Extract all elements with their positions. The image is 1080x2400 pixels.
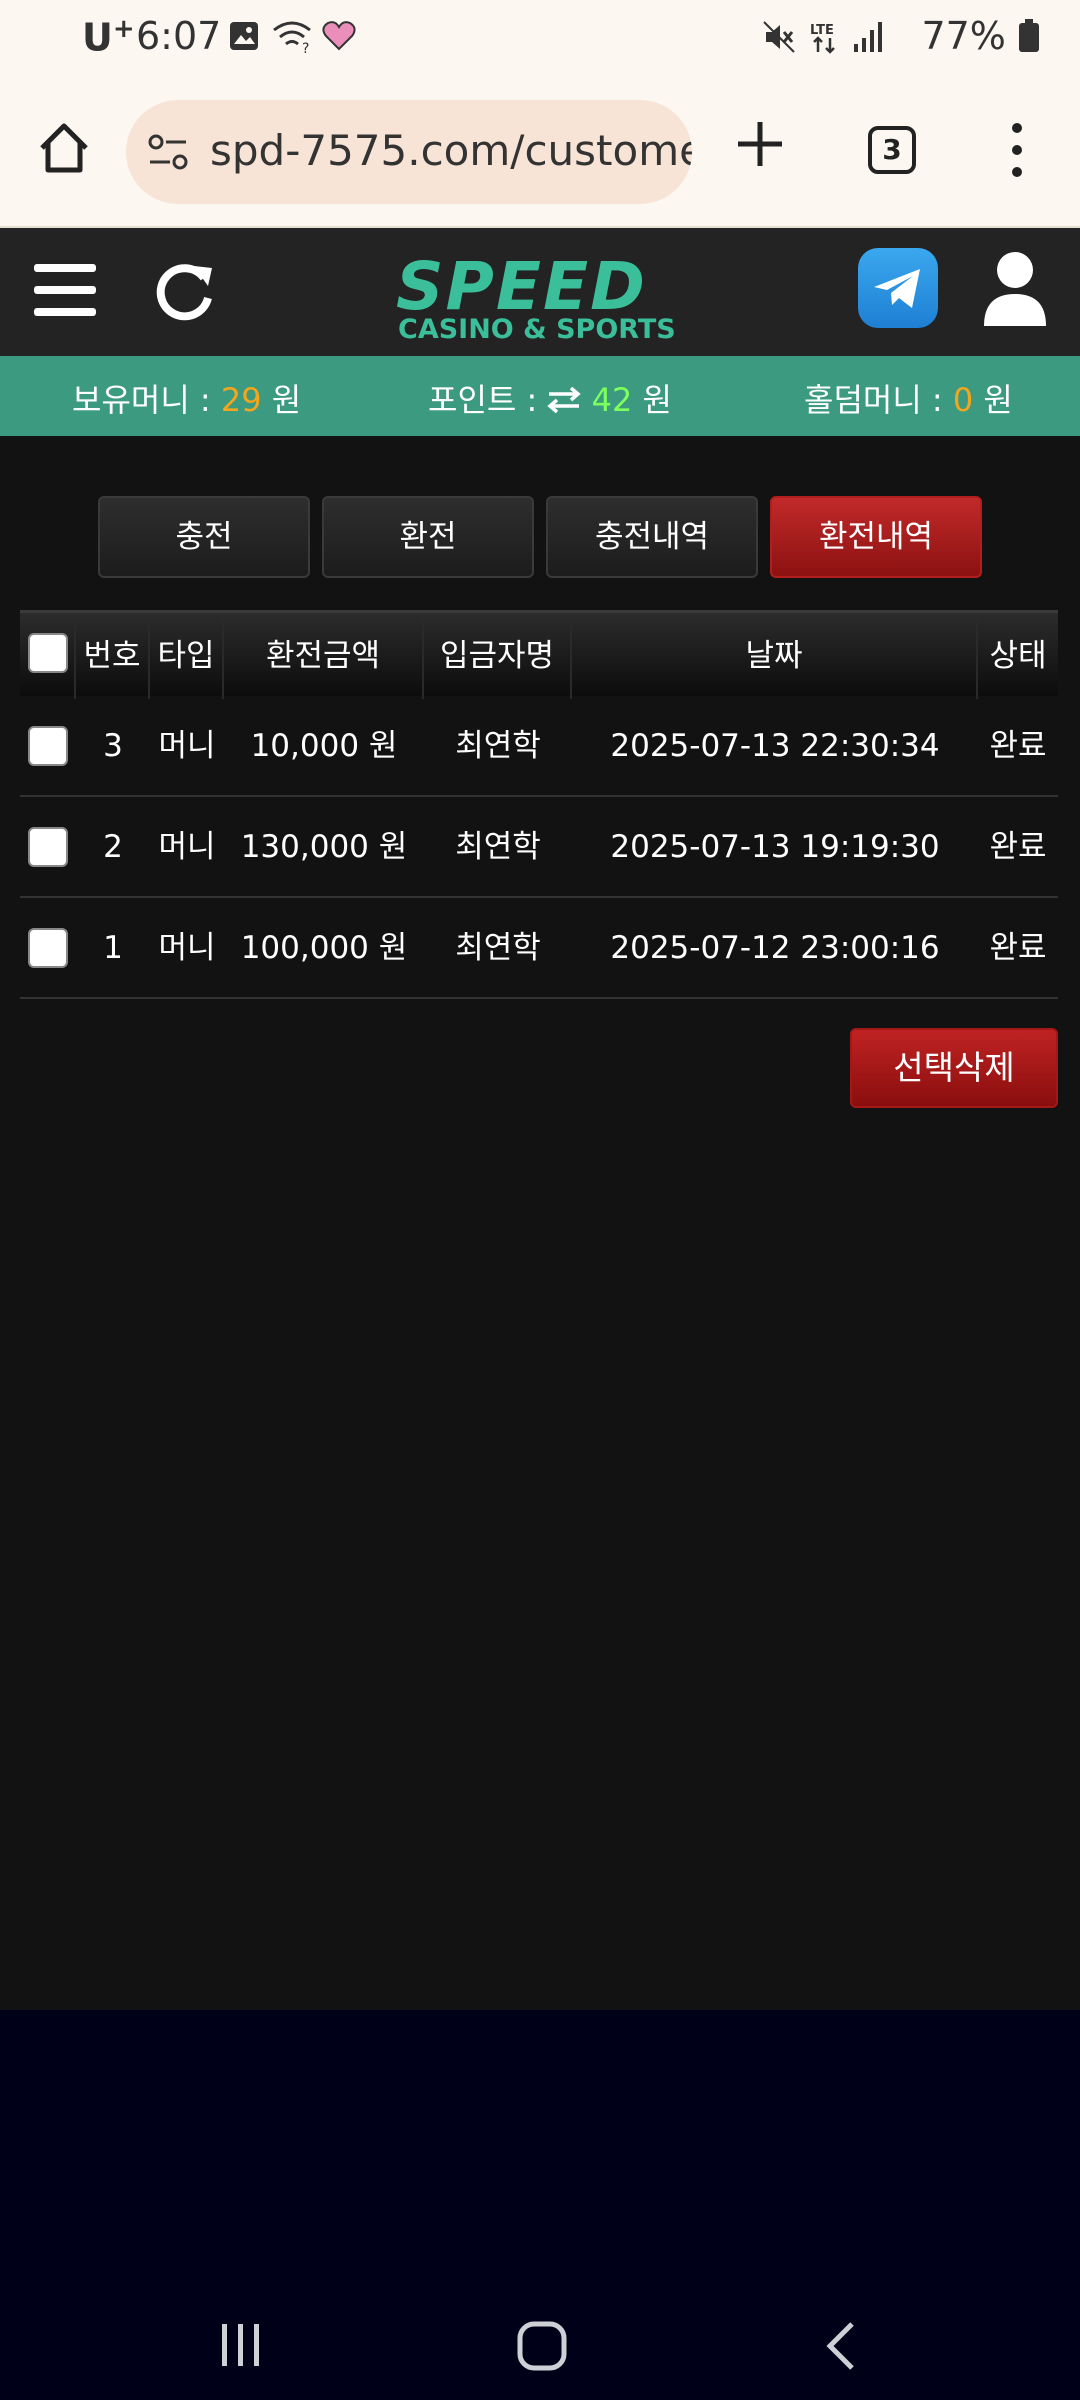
cell-status: 완료 bbox=[989, 829, 1047, 865]
table-row: 3 머니 10,000 원 최연학 2025-07-13 22:30:34 완료 bbox=[20, 696, 1058, 797]
address-bar[interactable]: spd-7575.com/custome bbox=[126, 100, 692, 204]
point-balance: 포인트 : 42 원 bbox=[428, 381, 672, 419]
url-text: spd-7575.com/custome bbox=[210, 126, 692, 175]
holdem-money: 홀덤머니 : 0 원 bbox=[804, 381, 1013, 419]
recents-icon[interactable] bbox=[216, 2320, 266, 2370]
refresh-icon[interactable] bbox=[152, 258, 218, 324]
battery-icon bbox=[1019, 19, 1039, 52]
clock: 6:07 bbox=[136, 14, 222, 58]
cell-type: 머니 bbox=[158, 728, 216, 764]
image-icon bbox=[230, 22, 258, 50]
table-row: 1 머니 100,000 원 최연학 2025-07-12 23:00:16 완… bbox=[20, 898, 1058, 999]
point-value: 42 bbox=[591, 381, 633, 419]
battery-percent: 77% bbox=[921, 14, 1040, 58]
cell-status: 완료 bbox=[989, 728, 1047, 764]
header-amount: 환전금액 bbox=[224, 613, 424, 699]
cell-type: 머니 bbox=[158, 930, 216, 966]
svg-text:LTE: LTE bbox=[810, 23, 834, 38]
wifi-icon: ? bbox=[273, 21, 311, 54]
row-checkbox[interactable] bbox=[28, 928, 68, 968]
carrier-label: U+ bbox=[82, 14, 135, 60]
cell-date: 2025-07-13 19:19:30 bbox=[610, 829, 940, 865]
tab-deposit-history[interactable]: 충전내역 bbox=[546, 496, 758, 578]
plus-icon[interactable] bbox=[734, 118, 786, 170]
heart-icon bbox=[322, 21, 356, 51]
status-bar: U+ 6:07 ? LTE 77% bbox=[0, 0, 1080, 76]
tab-switcher-button[interactable]: 3 bbox=[868, 126, 916, 174]
more-icon[interactable] bbox=[1000, 120, 1034, 180]
lte-icon: LTE bbox=[810, 23, 835, 54]
site-logo[interactable]: SPEED CASINO & SPORTS bbox=[396, 248, 686, 345]
cell-depositor: 최연학 bbox=[455, 930, 541, 966]
header-depositor: 입금자명 bbox=[424, 613, 572, 699]
tab-deposit[interactable]: 충전 bbox=[98, 496, 310, 578]
holding-money: 보유머니 : 29 원 bbox=[72, 381, 302, 419]
row-checkbox[interactable] bbox=[28, 726, 68, 766]
mute-icon bbox=[763, 21, 795, 53]
header-no: 번호 bbox=[76, 613, 150, 699]
cell-no: 1 bbox=[103, 930, 123, 966]
holding-money-value: 29 bbox=[220, 381, 262, 419]
hamburger-icon[interactable] bbox=[34, 262, 96, 318]
nav-home-icon[interactable] bbox=[516, 2320, 568, 2372]
home-icon[interactable] bbox=[34, 118, 94, 178]
telegram-button[interactable] bbox=[858, 248, 938, 328]
transfer-icon[interactable] bbox=[547, 386, 582, 414]
user-icon[interactable] bbox=[982, 248, 1048, 328]
table-header: 번호 타입 환전금액 입금자명 날짜 상태 bbox=[20, 610, 1058, 699]
table-row: 2 머니 130,000 원 최연학 2025-07-13 19:19:30 완… bbox=[20, 797, 1058, 898]
main-content: 충전 환전 충전내역 환전내역 번호 타입 환전금액 입금자명 날짜 상태 3 … bbox=[0, 436, 1080, 2010]
signal-icon bbox=[854, 22, 882, 52]
cell-no: 2 bbox=[103, 829, 123, 865]
site-header: SPEED CASINO & SPORTS bbox=[0, 228, 1080, 356]
site-settings-icon[interactable] bbox=[146, 130, 190, 174]
logo-sub-text: CASINO & SPORTS bbox=[398, 314, 676, 345]
cell-date: 2025-07-13 22:30:34 bbox=[610, 728, 940, 764]
cell-status: 완료 bbox=[989, 930, 1047, 966]
tab-withdraw[interactable]: 환전 bbox=[322, 496, 534, 578]
holdem-money-value: 0 bbox=[952, 381, 974, 419]
balance-bar: 보유머니 : 29 원 포인트 : 42 원 홀덤머니 : 0 원 bbox=[0, 356, 1080, 436]
tab-withdraw-history[interactable]: 환전내역 bbox=[770, 496, 982, 578]
browser-toolbar: spd-7575.com/custome 3 bbox=[0, 76, 1080, 228]
back-icon[interactable] bbox=[822, 2320, 862, 2372]
delete-selected-button[interactable]: 선택삭제 bbox=[850, 1028, 1058, 1108]
cell-depositor: 최연학 bbox=[455, 728, 541, 764]
system-nav-bar bbox=[0, 2010, 1080, 2400]
header-date: 날짜 bbox=[572, 613, 978, 699]
header-status: 상태 bbox=[989, 638, 1047, 674]
withdraw-history-table: 번호 타입 환전금액 입금자명 날짜 상태 3 머니 10,000 원 최연학 … bbox=[20, 610, 1058, 999]
cell-amount: 130,000 원 bbox=[240, 829, 408, 865]
cell-date: 2025-07-12 23:00:16 bbox=[610, 930, 940, 966]
header-type: 타입 bbox=[150, 613, 224, 699]
telegram-icon bbox=[874, 269, 920, 308]
cell-amount: 10,000 원 bbox=[250, 728, 398, 764]
row-checkbox[interactable] bbox=[28, 827, 68, 867]
header-select-cell bbox=[20, 613, 76, 699]
select-all-checkbox[interactable] bbox=[28, 633, 68, 673]
cell-no: 3 bbox=[103, 728, 123, 764]
cell-depositor: 최연학 bbox=[455, 829, 541, 865]
cell-type: 머니 bbox=[158, 829, 216, 865]
svg-text:?: ? bbox=[302, 41, 309, 54]
cell-amount: 100,000 원 bbox=[240, 930, 408, 966]
